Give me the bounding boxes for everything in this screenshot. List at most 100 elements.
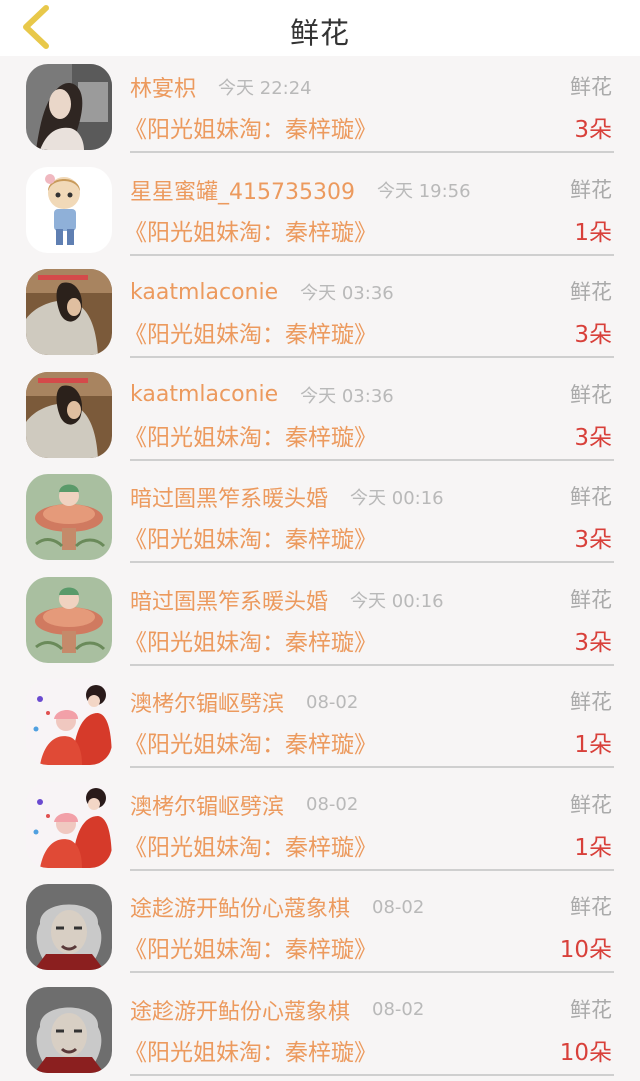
gift-amount: 3朵 bbox=[574, 315, 612, 349]
gift-category: 鲜花 bbox=[570, 994, 612, 1024]
list-item[interactable]: 途趁游开鲇份心蔻象棋 08-02 鲜花 《阳光姐妹淘：秦梓璇》 10朵 bbox=[0, 979, 640, 1081]
sender-name[interactable]: 途趁游开鲇份心蔻象棋 bbox=[130, 994, 350, 1026]
divider bbox=[130, 1074, 614, 1076]
book-title[interactable]: 《阳光姐妹淘：秦梓璇》 bbox=[124, 418, 377, 452]
list-item-content: 星星蜜罐_415735309 今天 19:56 鲜花 《阳光姐妹淘：秦梓璇》 1… bbox=[130, 159, 614, 262]
list-item-content: 途趁游开鲇份心蔻象棋 08-02 鲜花 《阳光姐妹淘：秦梓璇》 10朵 bbox=[130, 876, 614, 979]
book-title[interactable]: 《阳光姐妹淘：秦梓璇》 bbox=[124, 520, 377, 554]
list-item[interactable]: 澳栲尔镅岖劈滨 08-02 鲜花 《阳光姐妹淘：秦梓璇》 1朵 bbox=[0, 671, 640, 774]
list-item-content: 澳栲尔镅岖劈滨 08-02 鲜花 《阳光姐妹淘：秦梓璇》 1朵 bbox=[130, 671, 614, 774]
sender-name[interactable]: 澳栲尔镅岖劈滨 bbox=[130, 686, 284, 718]
old-man-art-icon bbox=[26, 884, 112, 970]
divider bbox=[130, 766, 614, 768]
gift-record-list: 林宴枳 今天 22:24 鲜花 《阳光姐妹淘：秦梓璇》 3朵 星星蜜罐_4157… bbox=[0, 56, 640, 1081]
sender-name[interactable]: 澳栲尔镅岖劈滨 bbox=[130, 789, 284, 821]
page-title: 鲜花 bbox=[0, 10, 640, 52]
avatar[interactable] bbox=[26, 372, 112, 458]
list-item-content: 暗过圄黑笮系暖头婚 今天 00:16 鲜花 《阳光姐妹淘：秦梓璇》 3朵 bbox=[130, 569, 614, 672]
gift-amount: 10朵 bbox=[560, 1033, 612, 1067]
list-item-content: 途趁游开鲇份心蔻象棋 08-02 鲜花 《阳光姐妹淘：秦梓璇》 10朵 bbox=[130, 979, 614, 1081]
sender-name[interactable]: kaatmlaconie bbox=[130, 280, 278, 305]
list-item[interactable]: kaatmlaconie 今天 03:36 鲜花 《阳光姐妹淘：秦梓璇》 3朵 bbox=[0, 261, 640, 364]
timestamp: 今天 19:56 bbox=[377, 177, 471, 203]
avatar[interactable] bbox=[26, 987, 112, 1073]
divider bbox=[130, 356, 614, 358]
divider bbox=[130, 151, 614, 153]
gift-amount: 1朵 bbox=[574, 213, 612, 247]
divider bbox=[130, 664, 614, 666]
anime-couple-icon bbox=[26, 679, 112, 765]
book-title[interactable]: 《阳光姐妹淘：秦梓璇》 bbox=[124, 110, 377, 144]
list-item-content: kaatmlaconie 今天 03:36 鲜花 《阳光姐妹淘：秦梓璇》 3朵 bbox=[130, 261, 614, 364]
avatar[interactable] bbox=[26, 577, 112, 663]
divider bbox=[130, 459, 614, 461]
divider bbox=[130, 869, 614, 871]
gift-amount: 3朵 bbox=[574, 520, 612, 554]
avatar[interactable] bbox=[26, 679, 112, 765]
photo-hoodie-icon bbox=[26, 372, 112, 458]
gift-category: 鲜花 bbox=[570, 276, 612, 306]
timestamp: 今天 00:16 bbox=[350, 587, 444, 613]
gift-amount: 1朵 bbox=[574, 828, 612, 862]
gift-category: 鲜花 bbox=[570, 891, 612, 921]
timestamp: 08-02 bbox=[372, 999, 424, 1020]
avatar[interactable] bbox=[26, 782, 112, 868]
book-title[interactable]: 《阳光姐妹淘：秦梓璇》 bbox=[124, 930, 377, 964]
book-title[interactable]: 《阳光姐妹淘：秦梓璇》 bbox=[124, 623, 377, 657]
gift-category: 鲜花 bbox=[570, 789, 612, 819]
anime-couple-icon bbox=[26, 782, 112, 868]
book-title[interactable]: 《阳光姐妹淘：秦梓璇》 bbox=[124, 725, 377, 759]
gift-amount: 3朵 bbox=[574, 623, 612, 657]
timestamp: 今天 03:36 bbox=[300, 279, 394, 305]
timestamp: 08-02 bbox=[372, 897, 424, 918]
gift-category: 鲜花 bbox=[570, 71, 612, 101]
sender-name[interactable]: 暗过圄黑笮系暖头婚 bbox=[130, 481, 328, 513]
avatar[interactable] bbox=[26, 167, 112, 253]
photo-girl-icon bbox=[26, 64, 112, 150]
gift-amount: 3朵 bbox=[574, 110, 612, 144]
photo-hoodie-icon bbox=[26, 269, 112, 355]
timestamp: 今天 03:36 bbox=[300, 382, 394, 408]
timestamp: 今天 00:16 bbox=[350, 484, 444, 510]
gift-category: 鲜花 bbox=[570, 481, 612, 511]
sender-name[interactable]: 星星蜜罐_415735309 bbox=[130, 174, 355, 206]
mushroom-art-icon bbox=[26, 577, 112, 663]
book-title[interactable]: 《阳光姐妹淘：秦梓璇》 bbox=[124, 828, 377, 862]
list-item-content: 澳栲尔镅岖劈滨 08-02 鲜花 《阳光姐妹淘：秦梓璇》 1朵 bbox=[130, 774, 614, 877]
list-item[interactable]: kaatmlaconie 今天 03:36 鲜花 《阳光姐妹淘：秦梓璇》 3朵 bbox=[0, 364, 640, 467]
book-title[interactable]: 《阳光姐妹淘：秦梓璇》 bbox=[124, 1033, 377, 1067]
list-item[interactable]: 星星蜜罐_415735309 今天 19:56 鲜花 《阳光姐妹淘：秦梓璇》 1… bbox=[0, 159, 640, 262]
list-item[interactable]: 林宴枳 今天 22:24 鲜花 《阳光姐妹淘：秦梓璇》 3朵 bbox=[0, 56, 640, 159]
avatar[interactable] bbox=[26, 64, 112, 150]
divider bbox=[130, 254, 614, 256]
gift-category: 鲜花 bbox=[570, 686, 612, 716]
list-item[interactable]: 途趁游开鲇份心蔻象棋 08-02 鲜花 《阳光姐妹淘：秦梓璇》 10朵 bbox=[0, 876, 640, 979]
divider bbox=[130, 561, 614, 563]
timestamp: 今天 22:24 bbox=[218, 74, 312, 100]
timestamp: 08-02 bbox=[306, 692, 358, 713]
cartoon-girl-icon bbox=[26, 167, 112, 253]
gift-amount: 1朵 bbox=[574, 725, 612, 759]
list-item[interactable]: 澳栲尔镅岖劈滨 08-02 鲜花 《阳光姐妹淘：秦梓璇》 1朵 bbox=[0, 774, 640, 877]
list-item[interactable]: 暗过圄黑笮系暖头婚 今天 00:16 鲜花 《阳光姐妹淘：秦梓璇》 3朵 bbox=[0, 466, 640, 569]
book-title[interactable]: 《阳光姐妹淘：秦梓璇》 bbox=[124, 213, 377, 247]
book-title[interactable]: 《阳光姐妹淘：秦梓璇》 bbox=[124, 315, 377, 349]
gift-amount: 3朵 bbox=[574, 418, 612, 452]
list-item-content: kaatmlaconie 今天 03:36 鲜花 《阳光姐妹淘：秦梓璇》 3朵 bbox=[130, 364, 614, 467]
timestamp: 08-02 bbox=[306, 794, 358, 815]
sender-name[interactable]: kaatmlaconie bbox=[130, 382, 278, 407]
avatar[interactable] bbox=[26, 884, 112, 970]
sender-name[interactable]: 林宴枳 bbox=[130, 71, 196, 103]
list-item-content: 林宴枳 今天 22:24 鲜花 《阳光姐妹淘：秦梓璇》 3朵 bbox=[130, 56, 614, 159]
sender-name[interactable]: 暗过圄黑笮系暖头婚 bbox=[130, 584, 328, 616]
app-header: 鲜花 bbox=[0, 0, 640, 56]
avatar[interactable] bbox=[26, 269, 112, 355]
gift-category: 鲜花 bbox=[570, 379, 612, 409]
list-item[interactable]: 暗过圄黑笮系暖头婚 今天 00:16 鲜花 《阳光姐妹淘：秦梓璇》 3朵 bbox=[0, 569, 640, 672]
list-item-content: 暗过圄黑笮系暖头婚 今天 00:16 鲜花 《阳光姐妹淘：秦梓璇》 3朵 bbox=[130, 466, 614, 569]
divider bbox=[130, 971, 614, 973]
gift-category: 鲜花 bbox=[570, 174, 612, 204]
avatar[interactable] bbox=[26, 474, 112, 560]
sender-name[interactable]: 途趁游开鲇份心蔻象棋 bbox=[130, 891, 350, 923]
old-man-art-icon bbox=[26, 987, 112, 1073]
